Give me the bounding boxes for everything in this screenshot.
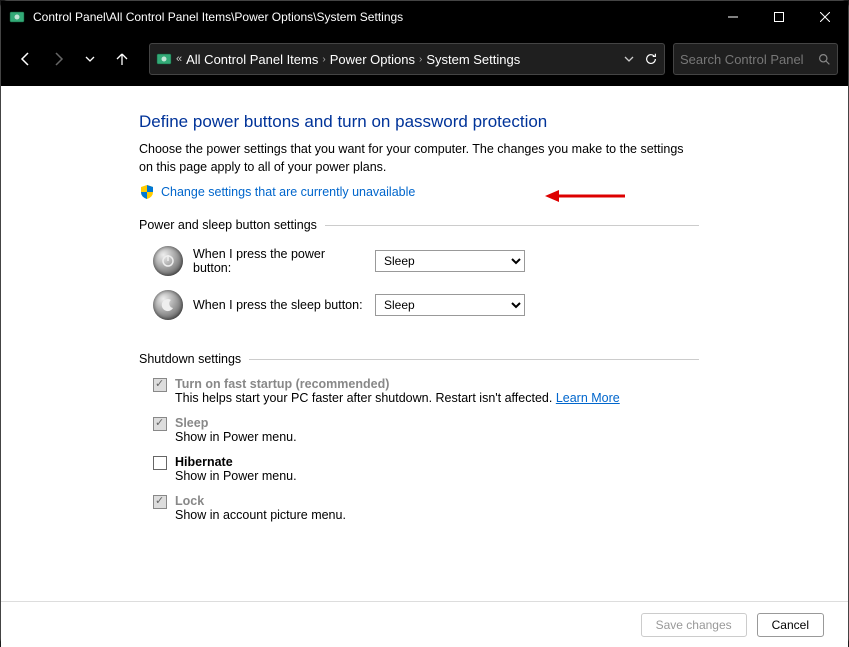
- search-input[interactable]: Search Control Panel: [673, 43, 838, 75]
- sleep-checkbox: [153, 417, 167, 431]
- minimize-button[interactable]: [710, 1, 756, 33]
- forward-button[interactable]: [43, 44, 73, 74]
- recent-dropdown-button[interactable]: [75, 44, 105, 74]
- page-title: Define power buttons and turn on passwor…: [139, 112, 839, 132]
- control-panel-icon: [9, 9, 25, 25]
- back-button[interactable]: [11, 44, 41, 74]
- shield-icon: [139, 184, 155, 200]
- refresh-icon[interactable]: [644, 52, 658, 66]
- breadcrumb-item[interactable]: Power Options›: [330, 52, 423, 67]
- sleep-button-select[interactable]: Sleep: [375, 294, 525, 316]
- section-legend: Shutdown settings: [139, 352, 249, 366]
- power-icon: [153, 246, 183, 276]
- shutdown-section: Shutdown settings Turn on fast startup (…: [139, 352, 699, 532]
- maximize-button[interactable]: [756, 1, 802, 33]
- chevron-down-icon[interactable]: [624, 54, 634, 64]
- learn-more-link[interactable]: Learn More: [556, 391, 620, 405]
- search-placeholder: Search Control Panel: [680, 52, 804, 67]
- change-settings-link[interactable]: Change settings that are currently unava…: [161, 185, 415, 199]
- window-title: Control Panel\All Control Panel Items\Po…: [33, 10, 710, 24]
- fast-startup-label: Turn on fast startup (recommended): [175, 377, 389, 391]
- breadcrumb-overflow[interactable]: «: [176, 53, 182, 65]
- cancel-button[interactable]: Cancel: [757, 613, 824, 637]
- sleep-icon: [153, 290, 183, 320]
- annotation-arrow: [545, 186, 625, 206]
- hibernate-checkbox[interactable]: [153, 456, 167, 470]
- address-bar[interactable]: « All Control Panel Items› Power Options…: [149, 43, 665, 75]
- sleep-button-label: When I press the sleep button:: [193, 298, 365, 312]
- control-panel-icon: [156, 51, 172, 67]
- breadcrumb-item[interactable]: System Settings: [426, 52, 520, 67]
- lock-checkbox: [153, 495, 167, 509]
- up-button[interactable]: [107, 44, 137, 74]
- lock-label: Lock: [175, 494, 204, 508]
- content-area: Define power buttons and turn on passwor…: [1, 86, 848, 647]
- toolbar: « All Control Panel Items› Power Options…: [1, 33, 848, 86]
- breadcrumb-item[interactable]: All Control Panel Items›: [186, 52, 326, 67]
- power-sleep-section: Power and sleep button settings When I p…: [139, 218, 699, 334]
- footer: Save changes Cancel: [1, 601, 848, 647]
- power-button-select[interactable]: Sleep: [375, 250, 525, 272]
- section-legend: Power and sleep button settings: [139, 218, 325, 232]
- fast-startup-checkbox: [153, 378, 167, 392]
- hibernate-label: Hibernate: [175, 455, 233, 469]
- power-button-label: When I press the power button:: [193, 247, 365, 275]
- save-button: Save changes: [641, 613, 747, 637]
- titlebar: Control Panel\All Control Panel Items\Po…: [1, 1, 848, 33]
- close-button[interactable]: [802, 1, 848, 33]
- sleep-label: Sleep: [175, 416, 208, 430]
- search-icon: [818, 53, 831, 66]
- page-description: Choose the power settings that you want …: [139, 140, 699, 176]
